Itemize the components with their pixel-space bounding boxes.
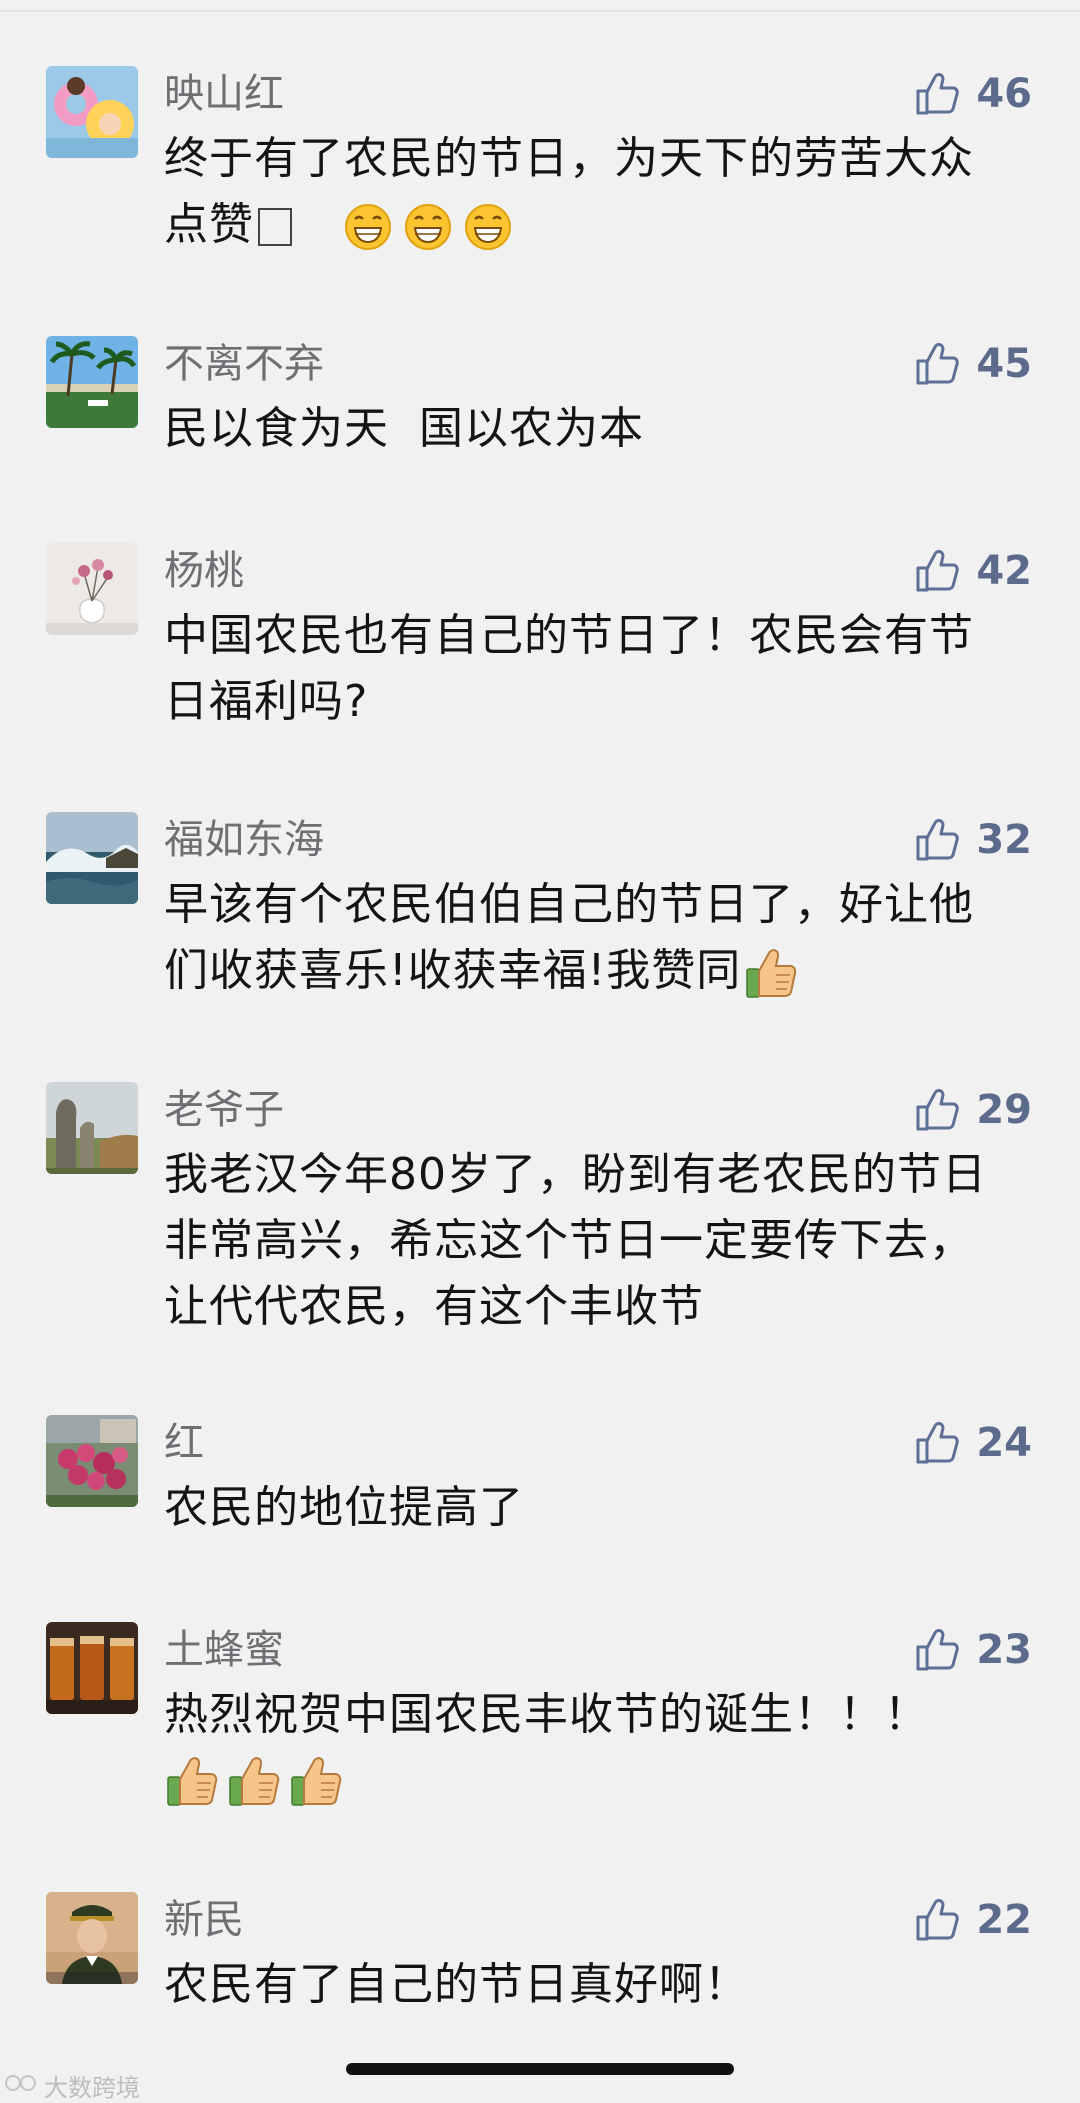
user-name[interactable]: 福如东海 <box>164 812 324 868</box>
like-button[interactable]: 29 <box>912 1084 1032 1136</box>
user-avatar[interactable] <box>46 543 138 635</box>
user-avatar[interactable] <box>46 336 138 428</box>
user-name[interactable]: 映山红 <box>164 66 284 122</box>
thumbs-up-emoji-icon <box>226 1753 282 1809</box>
home-indicator[interactable] <box>346 2063 734 2075</box>
thumbs-up-icon <box>912 69 962 119</box>
comment-text: 农民的地位提高了 <box>164 1482 524 1533</box>
emoji-row <box>164 1748 1004 1814</box>
user-name[interactable]: 土蜂蜜 <box>164 1622 284 1678</box>
user-avatar[interactable] <box>46 66 138 158</box>
user-name[interactable]: 不离不弃 <box>164 336 324 392</box>
missing-glyph-box <box>258 208 292 246</box>
like-button[interactable]: 46 <box>912 68 1032 120</box>
user-name[interactable]: 新民 <box>164 1892 244 1948</box>
grinning-face-emoji-icon <box>344 203 392 251</box>
user-avatar[interactable] <box>46 1082 138 1174</box>
user-avatar[interactable] <box>46 812 138 904</box>
thumbs-up-emoji-icon <box>288 1753 344 1809</box>
comment-text-body: 早该有个农民伯伯自己的节日了，好让他们收获喜乐!收获幸福!我赞同 <box>164 879 974 996</box>
like-count: 32 <box>976 817 1032 863</box>
comment-text: 早该有个农民伯伯自己的节日了，好让他们收获喜乐!收获幸福!我赞同 <box>164 872 1004 1004</box>
comment-text: 热烈祝贺中国农民丰收节的诞生！！！ <box>164 1682 1004 1814</box>
like-button[interactable]: 32 <box>912 814 1032 866</box>
like-count: 23 <box>976 1627 1032 1673</box>
like-count: 46 <box>976 71 1032 117</box>
comment-text: 终于有了农民的节日，为天下的劳苦大众点赞 <box>164 126 1004 258</box>
comment-text: 民以食为天 国以农为本 <box>164 403 644 454</box>
like-count: 42 <box>976 548 1032 594</box>
like-button[interactable]: 22 <box>912 1894 1032 1946</box>
thumbs-up-icon <box>912 1418 962 1468</box>
top-divider <box>0 10 1080 12</box>
comment-text: 中国农民也有自己的节日了！农民会有节日福利吗? <box>164 610 974 727</box>
thumbs-up-icon <box>912 1085 962 1135</box>
comment-text: 农民有了自己的节日真好啊！ <box>164 1959 749 2010</box>
thumbs-up-icon <box>912 1895 962 1945</box>
user-avatar[interactable] <box>46 1892 138 1984</box>
like-button[interactable]: 23 <box>912 1624 1032 1676</box>
user-name[interactable]: 老爷子 <box>164 1082 284 1138</box>
user-name[interactable]: 红 <box>164 1415 204 1471</box>
user-avatar[interactable] <box>46 1622 138 1714</box>
comment-text-body: 热烈祝贺中国农民丰收节的诞生！！！ <box>164 1689 929 1740</box>
user-name[interactable]: 杨桃 <box>164 543 244 599</box>
watermark: 大数跨境 <box>4 2068 140 2103</box>
like-count: 45 <box>976 341 1032 387</box>
like-button[interactable]: 42 <box>912 545 1032 597</box>
like-button[interactable]: 45 <box>912 338 1032 390</box>
like-count: 29 <box>976 1087 1032 1133</box>
thumbs-up-emoji-icon <box>164 1753 220 1809</box>
grinning-face-emoji-icon <box>404 203 452 251</box>
watermark-logo-icon <box>4 2071 38 2101</box>
thumbs-up-icon <box>912 546 962 596</box>
like-count: 22 <box>976 1897 1032 1943</box>
thumbs-up-icon <box>912 815 962 865</box>
thumbs-up-emoji-icon <box>743 945 799 1001</box>
watermark-text: 大数跨境 <box>44 2074 140 2102</box>
thumbs-up-icon <box>912 1625 962 1675</box>
like-button[interactable]: 24 <box>912 1417 1032 1469</box>
user-avatar[interactable] <box>46 1415 138 1507</box>
grinning-face-emoji-icon <box>464 203 512 251</box>
comment-text: 我老汉今年80岁了，盼到有老农民的节日非常高兴，希忘这个节日一定要传下去，让代代… <box>164 1149 987 1332</box>
thumbs-up-icon <box>912 339 962 389</box>
like-count: 24 <box>976 1420 1032 1466</box>
